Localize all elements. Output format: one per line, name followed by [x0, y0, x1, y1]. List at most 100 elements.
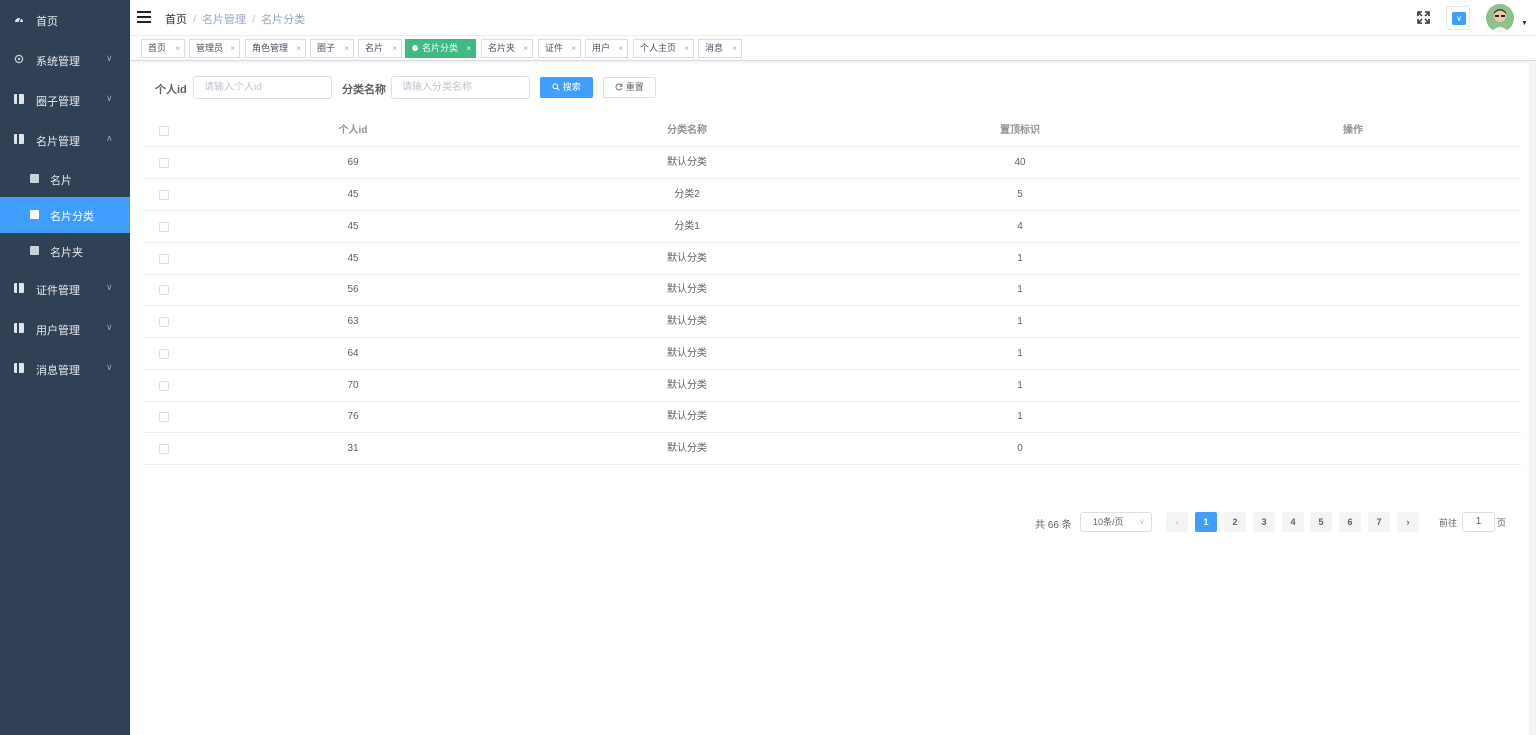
hamburger-icon[interactable]	[137, 11, 151, 23]
page-button[interactable]: 6	[1339, 512, 1361, 532]
tag-message[interactable]: 消息 ×	[698, 39, 742, 58]
category-name-input[interactable]: 请输入分类名称	[391, 76, 530, 99]
page-size-value: 10条/页	[1093, 517, 1124, 527]
tag-certificate[interactable]: 证件 ×	[538, 39, 581, 58]
row-checkbox[interactable]	[159, 317, 169, 327]
tag-label: 角色管理	[252, 43, 289, 53]
close-icon[interactable]: ×	[344, 40, 349, 57]
cell-top: 1	[1017, 316, 1023, 327]
row-checkbox[interactable]	[159, 254, 169, 264]
tag-card[interactable]: 名片 ×	[358, 39, 402, 58]
document-icon	[30, 174, 39, 183]
cell-top: 1	[1017, 380, 1023, 391]
breadcrumb-item[interactable]: 首页	[165, 14, 187, 26]
sidebar-subitem-card-folder[interactable]: 名片夹	[0, 233, 130, 269]
cell-id: 45	[347, 221, 359, 232]
caret-down-icon[interactable]: ▼	[1521, 20, 1528, 27]
sidebar-subitem-card[interactable]: 名片	[0, 161, 130, 197]
tag-profile[interactable]: 个人主页 ×	[633, 39, 694, 58]
close-icon[interactable]: ×	[175, 40, 180, 57]
close-icon[interactable]: ×	[392, 40, 397, 57]
scrollbar[interactable]	[1529, 61, 1536, 735]
select-all-checkbox[interactable]	[159, 126, 169, 136]
cell-top: 40	[1014, 157, 1026, 168]
tag-home[interactable]: 首页 ×	[141, 39, 185, 58]
search-button[interactable]: 搜索	[540, 77, 593, 98]
column-header: 置顶标识	[1000, 125, 1040, 136]
fullscreen-icon[interactable]	[1417, 11, 1430, 24]
sidebar-item-message[interactable]: 消息管理 ∨	[0, 349, 130, 389]
navbar: 首页 / 名片管理 / 名片分类 ∨ ▼	[130, 0, 1536, 36]
close-icon[interactable]: ×	[732, 40, 737, 57]
table-row[interactable]: 70 默认分类 1	[144, 370, 1522, 402]
column-header: 分类名称	[667, 125, 707, 136]
tag-role[interactable]: 角色管理 ×	[245, 39, 306, 58]
close-icon[interactable]: ×	[523, 40, 528, 57]
cell-top: 4	[1017, 221, 1023, 232]
page-button[interactable]: 5	[1310, 512, 1332, 532]
row-checkbox[interactable]	[159, 222, 169, 232]
table-row[interactable]: 63 默认分类 1	[144, 306, 1522, 338]
next-page-button[interactable]: ›	[1397, 512, 1419, 532]
table-row[interactable]: 31 默认分类 0	[144, 433, 1522, 465]
table-row[interactable]: 64 默认分类 1	[144, 338, 1522, 370]
book-icon	[14, 323, 24, 333]
sidebar-item-certificate[interactable]: 证件管理 ∨	[0, 269, 130, 309]
tag-card-folder[interactable]: 名片夹 ×	[481, 39, 533, 58]
breadcrumb-separator: /	[252, 14, 256, 26]
cell-id: 56	[347, 284, 359, 295]
sidebar-item-home[interactable]: 首页	[0, 0, 130, 40]
document-icon	[30, 210, 39, 219]
chevron-up-icon: ∧	[106, 133, 113, 143]
reset-button[interactable]: 重置	[603, 77, 656, 98]
book-icon	[14, 363, 24, 373]
size-select-button[interactable]: ∨	[1446, 6, 1470, 30]
close-icon[interactable]: ×	[618, 40, 623, 57]
close-icon[interactable]: ×	[230, 40, 235, 57]
id-label: 个人id	[155, 84, 187, 96]
page-button[interactable]: 7	[1368, 512, 1390, 532]
close-icon[interactable]: ×	[684, 40, 689, 57]
page-button[interactable]: 4	[1282, 512, 1304, 532]
row-checkbox[interactable]	[159, 444, 169, 454]
book-icon	[14, 134, 24, 144]
tag-card-category[interactable]: 名片分类 ×	[405, 39, 476, 58]
page-button[interactable]: 2	[1224, 512, 1246, 532]
id-input[interactable]: 请输入个人id	[193, 76, 332, 99]
tag-label: 名片	[365, 43, 384, 53]
table-row[interactable]: 56 默认分类 1	[144, 274, 1522, 306]
tag-circle[interactable]: 圈子 ×	[310, 39, 354, 58]
row-checkbox[interactable]	[159, 190, 169, 200]
breadcrumb-separator: /	[193, 14, 197, 26]
table-row[interactable]: 45 分类1 4	[144, 211, 1522, 243]
page-button[interactable]: 3	[1253, 512, 1275, 532]
sidebar-item-system[interactable]: 系统管理 ∨	[0, 40, 130, 80]
row-checkbox[interactable]	[159, 285, 169, 295]
table-row[interactable]: 45 分类2 5	[144, 179, 1522, 211]
table-row[interactable]: 76 默认分类 1	[144, 401, 1522, 433]
table-row[interactable]: 45 默认分类 1	[144, 243, 1522, 275]
dashboard-icon	[15, 17, 23, 23]
tag-user[interactable]: 用户 ×	[585, 39, 628, 58]
avatar[interactable]	[1486, 4, 1514, 32]
cell-name: 默认分类	[667, 157, 707, 168]
prev-page-button[interactable]: ‹	[1166, 512, 1188, 532]
row-checkbox[interactable]	[159, 412, 169, 422]
close-icon[interactable]: ×	[296, 40, 301, 57]
table-row[interactable]: 69 默认分类 40	[144, 147, 1522, 179]
sidebar-subitem-card-category[interactable]: 名片分类	[0, 197, 130, 233]
close-icon[interactable]: ×	[571, 40, 576, 57]
goto-page-input[interactable]: 1	[1462, 512, 1495, 532]
page-size-select[interactable]: 10条/页 ∨	[1080, 512, 1152, 532]
row-checkbox[interactable]	[159, 349, 169, 359]
row-checkbox[interactable]	[159, 158, 169, 168]
column-header: 操作	[1343, 125, 1363, 136]
sidebar-item-card-management[interactable]: 名片管理 ∧	[0, 120, 130, 160]
row-checkbox[interactable]	[159, 381, 169, 391]
close-icon[interactable]: ×	[466, 40, 471, 57]
tag-admin[interactable]: 管理员 ×	[189, 39, 240, 58]
sidebar-item-user[interactable]: 用户管理 ∨	[0, 309, 130, 349]
gear-icon	[14, 54, 24, 64]
page-button[interactable]: 1	[1195, 512, 1217, 532]
sidebar-item-circle[interactable]: 圈子管理 ∨	[0, 80, 130, 120]
